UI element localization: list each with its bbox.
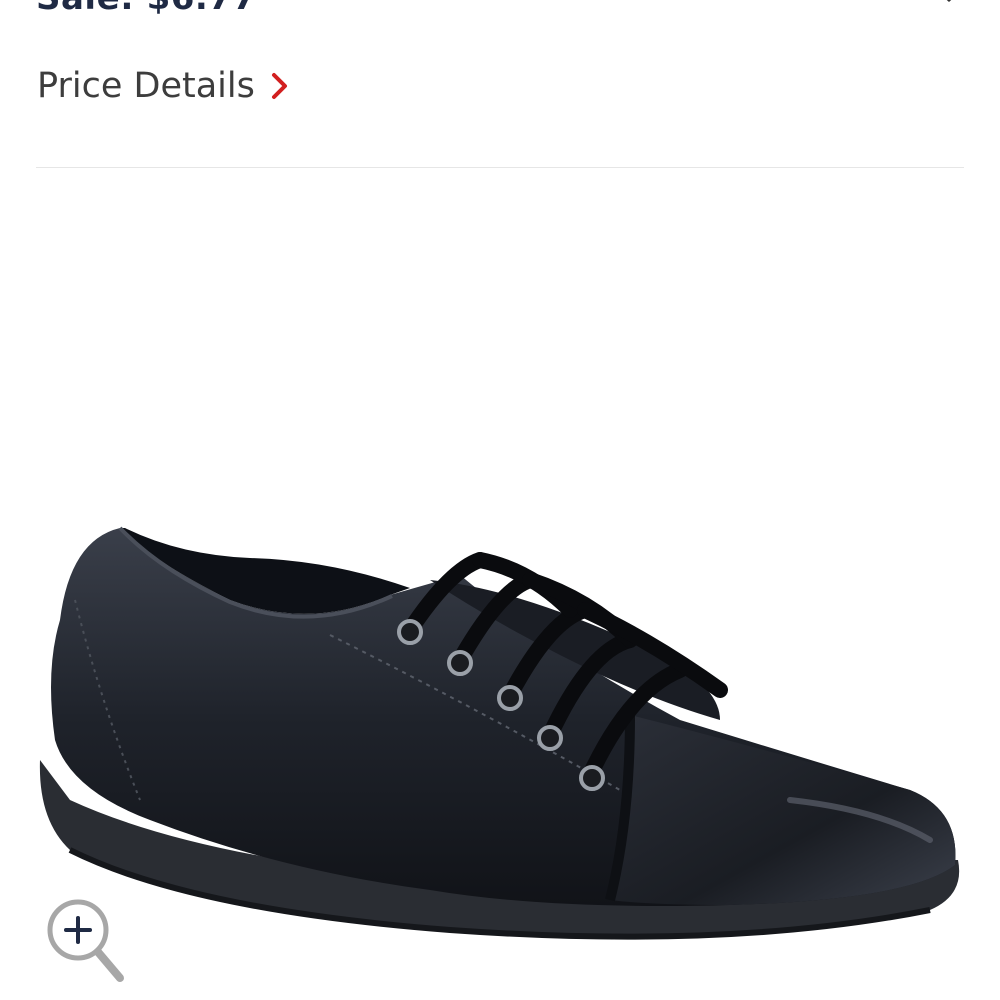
chevron-right-icon: [271, 73, 287, 99]
price-details-label: Price Details: [37, 66, 255, 106]
sale-price-text: Sale: $6.77: [36, 0, 257, 18]
product-image[interactable]: [30, 500, 970, 960]
chevron-up-icon[interactable]: [934, 0, 964, 6]
price-details-link[interactable]: Price Details: [37, 66, 291, 106]
zoom-in-icon[interactable]: [44, 896, 128, 988]
section-divider: [36, 167, 964, 168]
